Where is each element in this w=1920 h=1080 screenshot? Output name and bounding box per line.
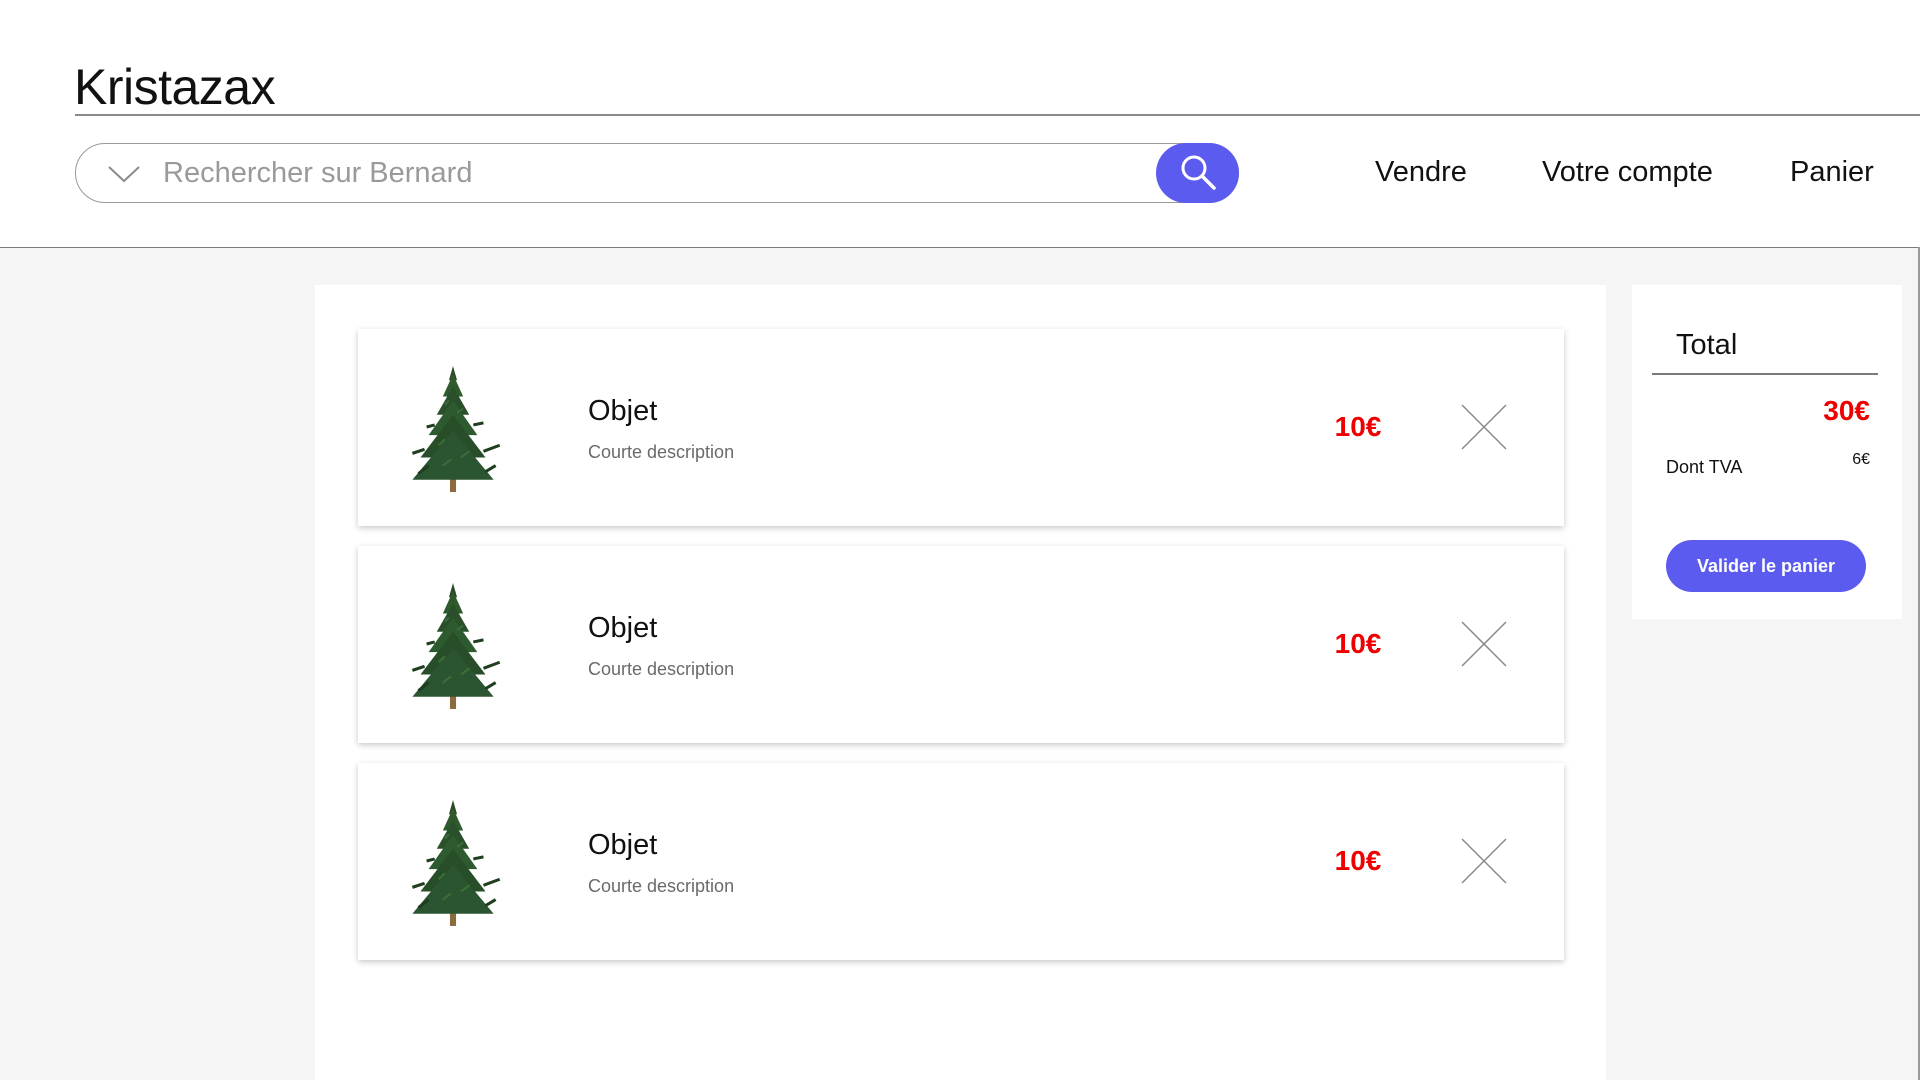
item-price: 10€ — [1334, 411, 1382, 442]
cart-item: Objet Courte description 10€ — [358, 546, 1564, 743]
brand-logo[interactable]: Kristazax — [74, 58, 276, 116]
cart-item: Objet Courte description 10€ — [358, 763, 1564, 960]
site-header: Kristazax Vendre Votre compte Panier — [0, 0, 1920, 247]
header-divider — [75, 114, 1920, 116]
validate-cart-button[interactable]: Valider le panier — [1666, 540, 1866, 592]
nav-sell-link[interactable]: Vendre — [1375, 156, 1467, 189]
tva-label: Dont TVA — [1666, 457, 1743, 477]
summary-title: Total — [1676, 329, 1738, 361]
christmas-tree-image — [398, 798, 508, 928]
item-name: Objet — [588, 829, 658, 861]
item-price: 10€ — [1334, 845, 1382, 876]
nav-account-link[interactable]: Votre compte — [1542, 156, 1713, 189]
christmas-tree-image — [398, 581, 508, 711]
cart-item: Objet Courte description 10€ — [358, 329, 1564, 526]
item-name: Objet — [588, 395, 658, 427]
item-description: Courte description — [588, 876, 735, 896]
tva-value: 6€ — [1852, 451, 1870, 468]
order-summary: Total 30€ Dont TVA 6€ Valider le panier — [1632, 285, 1902, 619]
item-description: Courte description — [588, 659, 735, 679]
item-price: 10€ — [1334, 628, 1382, 659]
close-icon[interactable] — [1460, 403, 1508, 451]
item-name: Objet — [588, 612, 658, 644]
item-description: Courte description — [588, 442, 735, 462]
summary-divider — [1652, 373, 1878, 375]
close-icon[interactable] — [1460, 837, 1508, 885]
search-button[interactable] — [1156, 143, 1239, 203]
summary-total-amount: 30€ — [1823, 395, 1870, 426]
search-input[interactable] — [161, 149, 1211, 197]
close-icon[interactable] — [1460, 620, 1508, 668]
search-bar — [75, 143, 1239, 203]
christmas-tree-image — [398, 364, 508, 494]
search-icon — [1178, 152, 1218, 195]
nav-cart-link[interactable]: Panier — [1790, 156, 1874, 189]
chevron-down-icon[interactable] — [106, 159, 142, 189]
